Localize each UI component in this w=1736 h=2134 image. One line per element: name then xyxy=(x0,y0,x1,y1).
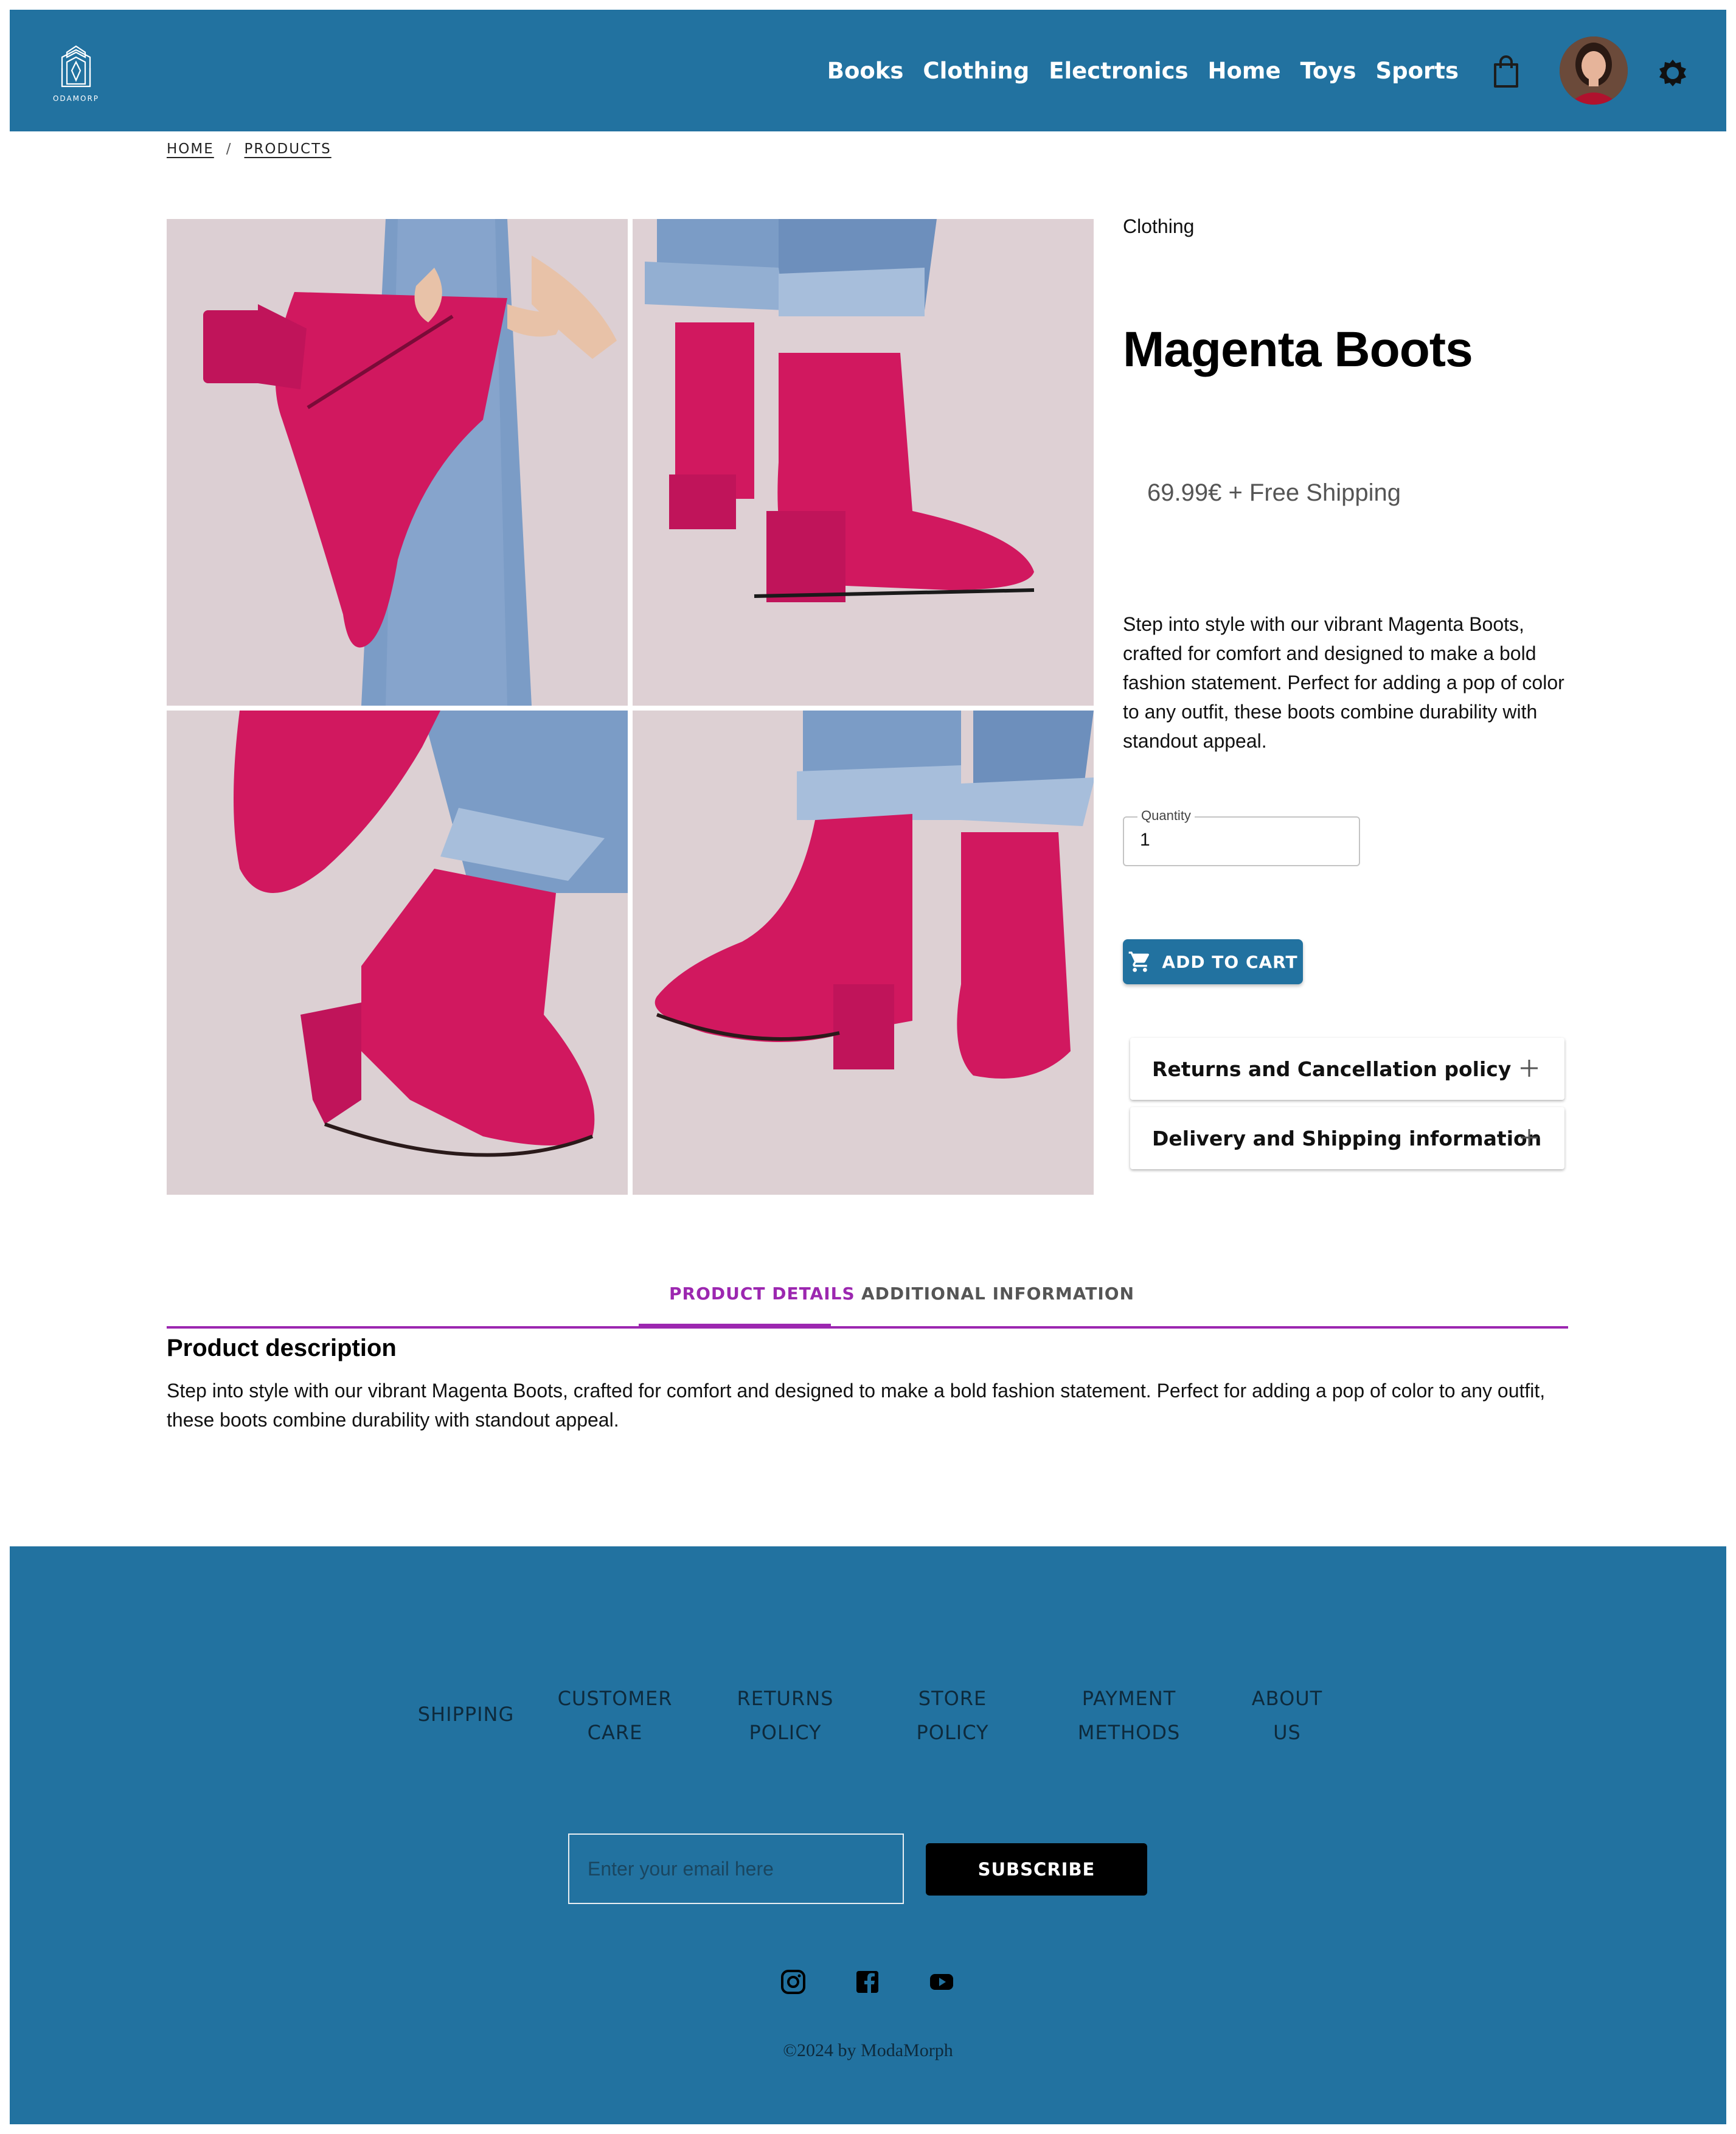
footer-link-store-policy[interactable]: STORE POLICY xyxy=(880,1681,1026,1750)
copyright-text: ©2024 by ModaMorph xyxy=(783,2040,953,2060)
footer-link-payment-methods[interactable]: PAYMENT METHODS xyxy=(1044,1681,1214,1750)
plus-icon xyxy=(1521,1060,1538,1077)
tab-additional-information[interactable]: ADDITIONAL INFORMATION xyxy=(861,1284,1134,1304)
footer-link-store-policy-line1: STORE xyxy=(918,1687,987,1710)
product-summary: Step into style with our vibrant Magenta… xyxy=(1123,613,1564,752)
nav-electronics[interactable]: Electronics xyxy=(1049,58,1188,84)
footer-link-returns-policy[interactable]: RETURNS POLICY xyxy=(709,1681,861,1750)
add-to-cart-label: ADD TO CART xyxy=(1162,951,1298,972)
footer-link-customer-care-line1: CUSTOMER xyxy=(557,1687,673,1710)
product-category[interactable]: Clothing xyxy=(1123,215,1194,238)
main-nav: Books Clothing Electronics Home Toys Spo… xyxy=(808,10,1459,131)
product-image-3[interactable] xyxy=(167,711,628,1195)
footer-link-payment-methods-line1: PAYMENT xyxy=(1082,1687,1176,1710)
product-description-heading: Product description xyxy=(167,1335,397,1361)
footer-link-payment-methods-line2: METHODS xyxy=(1077,1721,1181,1744)
product-price: 69.99€ + Free Shipping xyxy=(1147,479,1401,506)
youtube-icon[interactable] xyxy=(928,1969,955,1995)
breadcrumb-home[interactable]: HOME xyxy=(167,141,214,157)
product-gallery xyxy=(167,219,1094,1202)
quantity-label: Quantity xyxy=(1137,808,1195,824)
breadcrumb: HOME / PRODUCTS xyxy=(167,141,332,157)
page: ODAMORP Books Clothing Electronics Home … xyxy=(10,10,1726,2124)
nav-books[interactable]: Books xyxy=(827,58,904,84)
shopping-bag-icon[interactable] xyxy=(1489,54,1523,90)
add-to-cart-button[interactable]: ADD TO CART xyxy=(1123,939,1303,984)
returns-policy-accordion[interactable]: Returns and Cancellation policy xyxy=(1130,1038,1564,1100)
newsletter-email-field[interactable] xyxy=(568,1833,904,1904)
plus-icon xyxy=(1521,1129,1538,1146)
footer-link-about-us[interactable]: ABOUT US xyxy=(1220,1681,1354,1750)
product-title: Magenta Boots xyxy=(1123,322,1473,377)
footer-link-about-us-line1: ABOUT xyxy=(1251,1687,1323,1710)
delivery-info-accordion[interactable]: Delivery and Shipping information xyxy=(1130,1107,1564,1169)
product-image-4[interactable] xyxy=(633,711,1094,1195)
active-tab-indicator xyxy=(639,1324,831,1327)
tab-product-details[interactable]: PRODUCT DETAILS xyxy=(669,1284,855,1304)
newsletter-email-input[interactable] xyxy=(569,1835,903,1903)
footer-link-shipping-label: SHIPPING xyxy=(417,1703,515,1726)
quantity-value[interactable]: 1 xyxy=(1140,830,1150,850)
quantity-field[interactable]: Quantity 1 xyxy=(1123,808,1360,866)
instagram-icon[interactable] xyxy=(780,1969,807,1995)
product-image-1[interactable] xyxy=(167,219,628,706)
breadcrumb-separator: / xyxy=(226,141,232,157)
theme-toggle-icon[interactable] xyxy=(1656,56,1690,90)
header: ODAMORP Books Clothing Electronics Home … xyxy=(10,10,1726,131)
footer-link-about-us-line2: US xyxy=(1273,1721,1301,1744)
accordion-label-returns: Returns and Cancellation policy xyxy=(1152,1057,1512,1081)
footer-link-returns-policy-line1: RETURNS xyxy=(737,1687,834,1710)
product-description-text: Step into style with our vibrant Magenta… xyxy=(167,1380,1546,1431)
nav-home[interactable]: Home xyxy=(1208,58,1281,84)
nav-sports[interactable]: Sports xyxy=(1375,58,1459,84)
product-image-2[interactable] xyxy=(633,219,1094,706)
accordion-label-delivery: Delivery and Shipping information xyxy=(1152,1126,1542,1150)
logo-text: ODAMORP xyxy=(52,94,100,103)
nav-clothing[interactable]: Clothing xyxy=(923,58,1029,84)
avatar[interactable] xyxy=(1560,36,1628,105)
footer: SHIPPING CUSTOMER CARE RETURNS POLICY ST… xyxy=(10,1546,1726,2124)
footer-link-customer-care[interactable]: CUSTOMER CARE xyxy=(539,1681,691,1750)
footer-link-shipping[interactable]: SHIPPING xyxy=(399,1697,533,1731)
subscribe-button[interactable]: SUBSCRIBE xyxy=(926,1843,1147,1896)
breadcrumb-products[interactable]: PRODUCTS xyxy=(245,141,332,157)
facebook-icon[interactable] xyxy=(854,1969,881,1995)
footer-link-store-policy-line2: POLICY xyxy=(916,1721,989,1744)
product-tabs: PRODUCT DETAILS ADDITIONAL INFORMATION xyxy=(167,1270,1568,1329)
footer-link-returns-policy-line2: POLICY xyxy=(749,1721,822,1744)
footer-link-customer-care-line2: CARE xyxy=(587,1721,643,1744)
cart-icon xyxy=(1129,951,1150,972)
nav-toys[interactable]: Toys xyxy=(1300,58,1356,84)
